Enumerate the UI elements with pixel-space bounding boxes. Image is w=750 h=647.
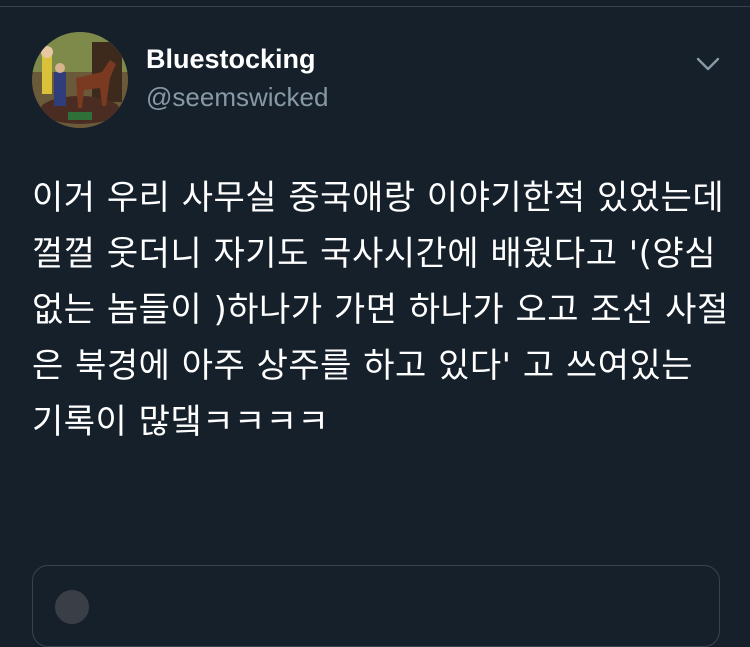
avatar[interactable]	[32, 32, 128, 128]
avatar-image	[32, 32, 128, 128]
tweet-text: 이거 우리 사무실 중국애랑 이야기한적 있었는데 껄껄 웃더니 자기도 국사시…	[32, 178, 729, 442]
user-display-name[interactable]: Bluestocking	[146, 44, 316, 75]
quoted-avatar	[55, 590, 89, 624]
chevron-down-icon[interactable]	[694, 50, 722, 78]
user-handle[interactable]: @seemswicked	[146, 82, 328, 113]
quoted-tweet-card[interactable]	[32, 565, 720, 647]
quoted-tweet-meta	[99, 590, 113, 618]
top-divider	[0, 6, 750, 7]
